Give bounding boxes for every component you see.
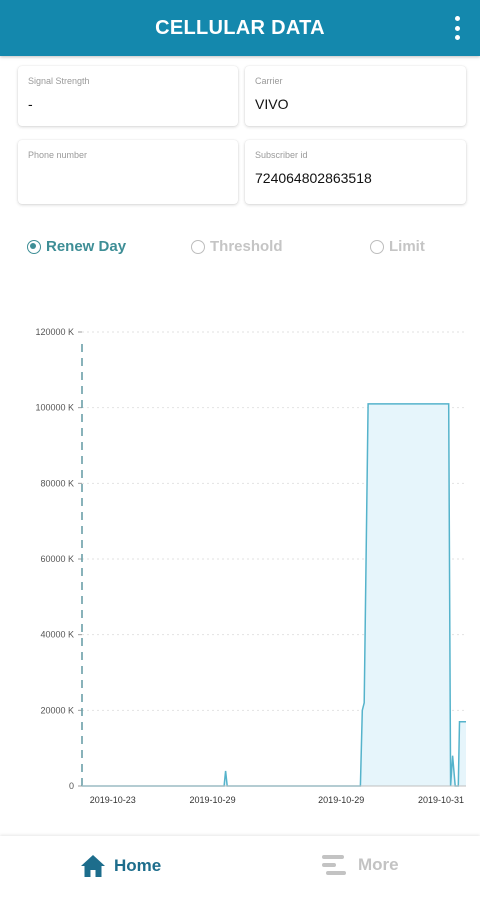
mode-radio-group: Renew Day Threshold Limit xyxy=(0,238,480,260)
home-icon xyxy=(81,855,105,877)
more-lines-icon xyxy=(322,855,346,875)
data-usage-chart: 0 20000 K 40000 K 60000 K 80000 K 100000 K 120… xyxy=(35,327,466,805)
subscriber-id-value: 724064802863518 xyxy=(255,170,372,186)
y-tick-label: 20000 K xyxy=(40,705,74,715)
y-tick-label: 40000 K xyxy=(40,630,74,640)
radio-limit[interactable]: Limit xyxy=(370,238,425,255)
y-tick-label: 60000 K xyxy=(40,554,74,564)
x-tick-label: 2019-10-31 xyxy=(418,795,464,805)
carrier-label: Carrier xyxy=(255,76,283,86)
carrier-card: Carrier VIVO xyxy=(245,66,466,126)
subscriber-id-label: Subscriber id xyxy=(255,150,308,160)
x-tick-label: 2019-10-23 xyxy=(90,795,136,805)
page-title: CELLULAR DATA xyxy=(155,16,325,39)
x-tick-label: 2019-10-29 xyxy=(190,795,236,805)
radio-renew-day[interactable]: Renew Day xyxy=(27,238,126,255)
y-tick-label: 120000 K xyxy=(35,327,74,337)
radio-label: Renew Day xyxy=(46,238,127,255)
nav-home-label: Home xyxy=(114,856,162,875)
y-tick-label: 80000 K xyxy=(40,478,74,488)
nav-more[interactable]: More xyxy=(322,854,399,876)
nav-home[interactable]: Home xyxy=(80,854,161,878)
phone-number-card: Phone number xyxy=(18,140,238,204)
bottom-nav: Home More xyxy=(0,836,480,900)
x-tick-label: 2019-10-29 xyxy=(318,795,364,805)
radio-unselected-icon xyxy=(191,239,205,254)
y-tick-label: 0 xyxy=(69,781,74,791)
carrier-value: VIVO xyxy=(255,96,289,112)
radio-unselected-icon xyxy=(370,239,384,254)
nav-more-label: More xyxy=(358,855,399,874)
series-area xyxy=(82,403,466,786)
signal-strength-card: Signal Strength - xyxy=(18,66,238,126)
signal-strength-label: Signal Strength xyxy=(28,76,90,86)
radio-label: Limit xyxy=(389,238,425,255)
radio-threshold[interactable]: Threshold xyxy=(191,238,283,255)
app-bar: CELLULAR DATA xyxy=(0,0,480,56)
more-vert-icon[interactable] xyxy=(448,14,466,42)
radio-selected-icon xyxy=(27,239,41,254)
y-tick-label: 100000 K xyxy=(35,403,74,413)
signal-strength-value: - xyxy=(28,96,33,112)
radio-label: Threshold xyxy=(210,238,283,255)
subscriber-id-card: Subscriber id 724064802863518 xyxy=(245,140,466,204)
phone-number-label: Phone number xyxy=(28,150,88,160)
